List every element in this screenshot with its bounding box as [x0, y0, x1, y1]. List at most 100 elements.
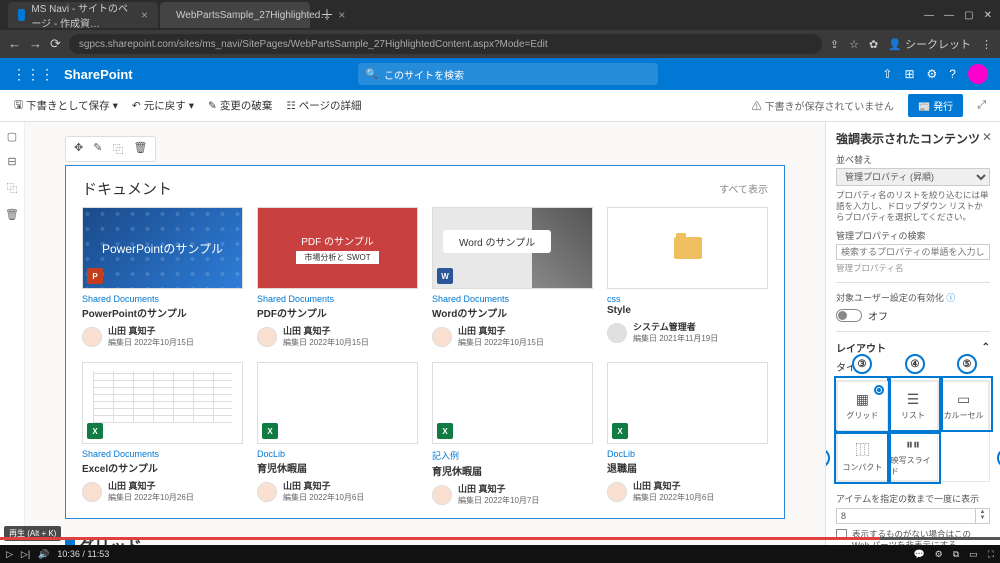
- see-all-link[interactable]: すべて表示: [719, 181, 768, 196]
- sort-label: 並べ替え: [836, 153, 990, 166]
- save-draft-button[interactable]: 🖫 下書きとして保存 ▾: [14, 97, 118, 115]
- address-bar-row: ← → ⟳ sgpcs.sharepoint.com/sites/ms_navi/S…: [0, 30, 1000, 58]
- copy-icon[interactable]: ⿻: [7, 180, 18, 196]
- volume-icon[interactable]: 🔊: [38, 549, 49, 560]
- pane-title: 強調表示されたコンテンツ: [836, 130, 990, 147]
- theater-icon[interactable]: ▭: [969, 549, 978, 560]
- section-icon[interactable]: ⊟: [7, 155, 16, 168]
- layout-option-carousel[interactable]: ▭カルーセル: [938, 381, 989, 431]
- layout-picker: ▦グリッド ☰リスト ▭カルーセル ⿲コンパクト ⏸⏸映写スライド: [836, 380, 990, 482]
- layout-option-filmstrip[interactable]: ⏸⏸映写スライド: [888, 431, 939, 481]
- card-title: 退職届: [607, 460, 768, 475]
- delete-icon[interactable]: 🗑: [133, 141, 147, 157]
- app-launcher-icon[interactable]: ⋮⋮⋮: [12, 66, 54, 83]
- card-library: Shared Documents: [257, 294, 418, 304]
- video-time: 10:36 / 11:53: [57, 549, 109, 559]
- card-library: DocLib: [607, 449, 768, 459]
- document-card[interactable]: cssStyleシステム管理者編集日 2021年11月19日: [607, 207, 768, 348]
- reload-icon[interactable]: ⟳: [50, 36, 61, 52]
- webpart-title[interactable]: ドキュメント: [82, 178, 172, 199]
- items-limit-label: アイテムを指定の数まで一度に表示: [836, 492, 990, 505]
- chevron-up-icon: ⌃: [982, 342, 990, 353]
- document-card[interactable]: PPowerPointのサンプルShared DocumentsPowerPoi…: [82, 207, 243, 348]
- close-icon[interactable]: ×: [141, 8, 148, 22]
- managed-prop-input[interactable]: [836, 244, 990, 260]
- avatar: [257, 482, 277, 502]
- site-search-input[interactable]: 🔍このサイトを検索: [358, 63, 658, 85]
- menu-icon[interactable]: ⋮: [981, 38, 992, 51]
- editor-left-rail: ▢ ⊟ ⿻ 🗑: [0, 122, 25, 563]
- page-canvas[interactable]: ✥ ✎ ⿻ 🗑 ドキュメント すべて表示 PPowerPointのサンプルSha…: [25, 122, 825, 563]
- card-title: 育児休暇届: [432, 463, 593, 478]
- sharepoint-header: ⋮⋮⋮ SharePoint 🔍このサイトを検索 ⇧ ⊞ ⚙ ?: [0, 58, 1000, 90]
- duplicate-icon[interactable]: ⿻: [112, 141, 123, 157]
- edit-icon[interactable]: ▢: [7, 130, 17, 143]
- maximize-icon[interactable]: ▢: [964, 10, 973, 21]
- layout-section-header[interactable]: レイアウト⌃: [836, 340, 990, 355]
- card-library: DocLib: [257, 449, 418, 459]
- share-icon[interactable]: ⇧: [882, 67, 892, 81]
- back-icon[interactable]: ←: [8, 36, 21, 52]
- brand-label: SharePoint: [64, 67, 133, 82]
- items-limit-input[interactable]: ▲▼: [836, 508, 990, 524]
- star-icon[interactable]: ☆: [849, 38, 859, 51]
- video-controls: ▷ ▷| 🔊 10:36 / 11:53 💬 ⚙ ⧉ ▭ ⛶: [0, 545, 1000, 563]
- highlighted-content-webpart[interactable]: ドキュメント すべて表示 PPowerPointのサンプルShared Docu…: [65, 165, 785, 519]
- discard-button[interactable]: ✎ 変更の破棄: [208, 98, 272, 113]
- audience-toggle[interactable]: オフ: [836, 308, 990, 323]
- undo-button[interactable]: ↶ 元に戻す ▾: [132, 98, 194, 113]
- document-card[interactable]: Word のサンプルWShared DocumentsWordのサンプル山田 真…: [432, 207, 593, 348]
- close-icon[interactable]: ✕: [982, 130, 992, 144]
- minimize-icon[interactable]: —: [944, 10, 954, 21]
- settings-icon[interactable]: ⚙: [935, 549, 943, 560]
- avatar: [82, 482, 102, 502]
- edit-icon[interactable]: ✎: [93, 141, 102, 157]
- forward-icon: →: [29, 36, 42, 52]
- next-icon[interactable]: ▷|: [21, 549, 30, 560]
- unsaved-warning: ⚠ 下書きが保存されていません: [752, 98, 894, 113]
- play-icon[interactable]: ▷: [6, 549, 13, 560]
- card-title: PowerPointのサンプル: [82, 305, 243, 320]
- cc-icon[interactable]: 💬: [913, 549, 924, 560]
- publish-button[interactable]: 📰 発行: [908, 94, 963, 117]
- help-icon[interactable]: ?: [949, 67, 956, 81]
- layout-option-list[interactable]: ☰リスト: [888, 381, 939, 431]
- layout-option-grid[interactable]: ▦グリッド: [837, 381, 888, 431]
- incognito-badge[interactable]: 👤 シークレット: [888, 36, 971, 52]
- avatar: [607, 323, 627, 343]
- layout-option-compact[interactable]: ⿲コンパクト: [837, 431, 888, 481]
- sort-select[interactable]: 管理プロパティ (昇順): [836, 168, 990, 186]
- document-card[interactable]: XDocLib育児休暇届山田 真知子編集日 2022年10月6日: [257, 362, 418, 506]
- card-title: Wordのサンプル: [432, 305, 593, 320]
- managed-prop-label: 管理プロパティの検索: [836, 229, 990, 242]
- pip-icon[interactable]: ⧉: [953, 549, 959, 560]
- sort-description: プロパティ名のリストを絞り込むには単語を入力し、ドロップダウン リストからプロパ…: [836, 190, 990, 223]
- document-card[interactable]: XDocLib退職届山田 真知子編集日 2022年10月6日: [607, 362, 768, 506]
- document-card[interactable]: PDF のサンプル市場分析と SWOTShared DocumentsPDFのサ…: [257, 207, 418, 348]
- card-title: Excelのサンプル: [82, 460, 243, 475]
- url-input[interactable]: sgpcs.sharepoint.com/sites/ms_navi/SiteP…: [69, 34, 822, 54]
- document-card[interactable]: X記入例育児休暇届山田 真知子編集日 2022年10月7日: [432, 362, 593, 506]
- card-title: Style: [607, 305, 768, 316]
- video-progress[interactable]: [0, 531, 1000, 545]
- new-tab-button[interactable]: ＋: [312, 5, 342, 25]
- share-icon[interactable]: ⇪: [830, 38, 839, 51]
- avatar: [432, 485, 452, 505]
- fullscreen-icon[interactable]: ⛶: [988, 549, 994, 560]
- expand-icon[interactable]: ⤢: [977, 99, 986, 112]
- browser-tab[interactable]: WebPartsSample_27Highlighted…×: [160, 2, 310, 28]
- teams-icon[interactable]: ⊞: [904, 67, 914, 81]
- page-details-button[interactable]: ☷ ページの詳細: [286, 98, 361, 113]
- avatar[interactable]: [968, 64, 988, 84]
- close-icon[interactable]: ✕: [984, 10, 992, 21]
- card-title: 育児休暇届: [257, 460, 418, 475]
- extensions-icon[interactable]: ✿: [869, 38, 878, 51]
- browser-tab[interactable]: MS Navi - サイトのページ - 作成資…×: [8, 2, 158, 28]
- card-library: Shared Documents: [432, 294, 593, 304]
- managed-prop-hint: 管理プロパティ名: [836, 262, 990, 274]
- move-icon[interactable]: ✥: [74, 141, 83, 157]
- delete-icon[interactable]: 🗑: [5, 208, 19, 221]
- card-library: 記入例: [432, 449, 593, 462]
- settings-icon[interactable]: ⚙: [927, 67, 938, 81]
- document-card[interactable]: XShared DocumentsExcelのサンプル山田 真知子編集日 202…: [82, 362, 243, 506]
